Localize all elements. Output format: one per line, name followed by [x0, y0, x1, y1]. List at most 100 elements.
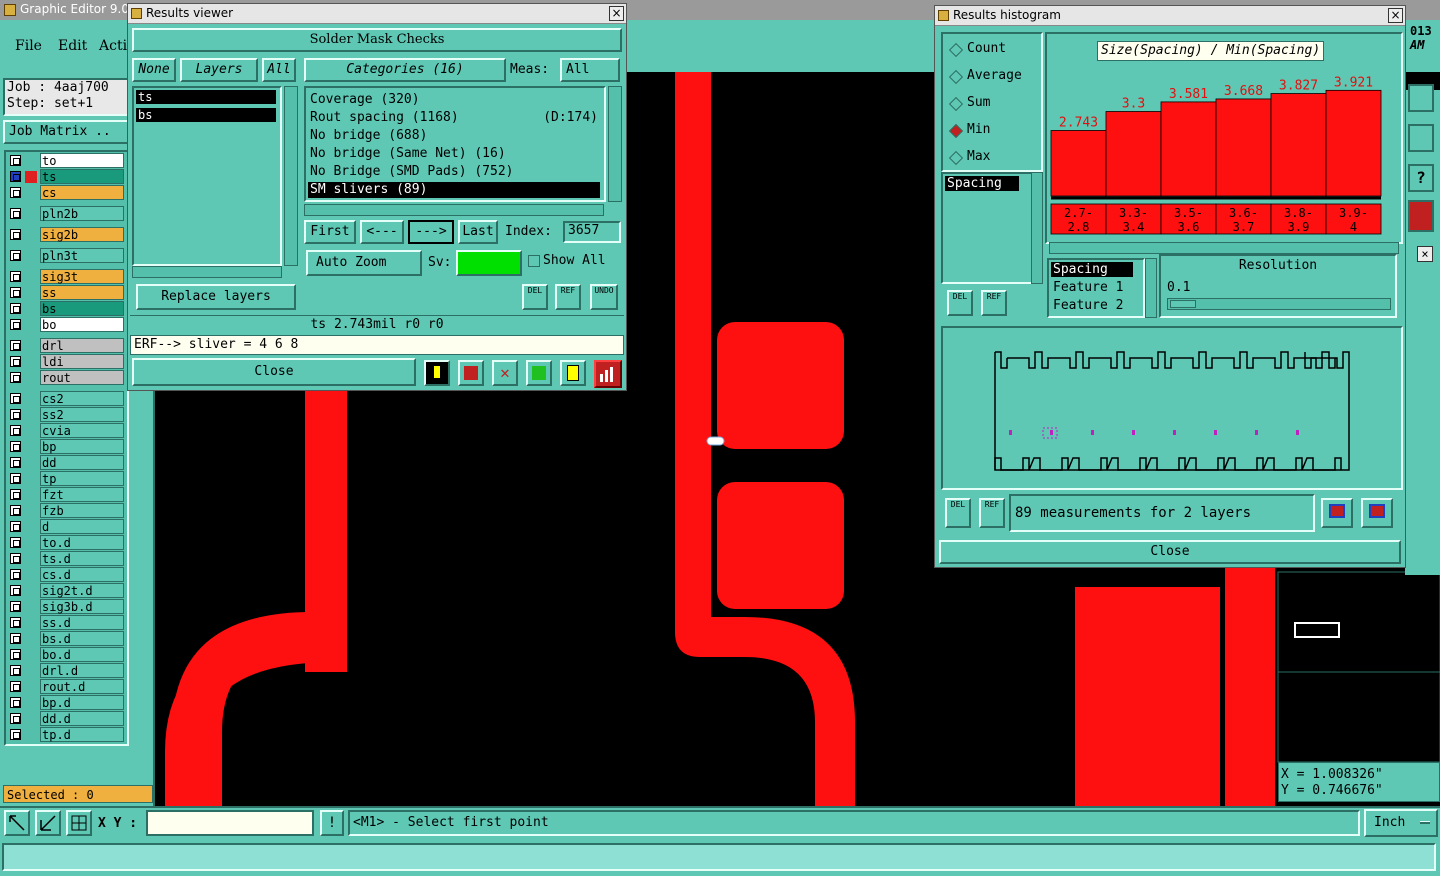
zoom-icon[interactable] [4, 810, 30, 836]
layer-checkbox[interactable] [10, 649, 21, 660]
layer-row-bs[interactable]: bs [10, 301, 124, 316]
auto-zoom-select[interactable]: Auto Zoom [306, 250, 422, 276]
zoom-in-icon[interactable] [1321, 498, 1353, 528]
filter-none-button[interactable]: None [132, 58, 176, 82]
resolution-slider[interactable] [1167, 298, 1391, 310]
layer-row-d[interactable]: d [10, 519, 124, 534]
radio-icon[interactable] [948, 150, 964, 166]
layer-row-ldi[interactable]: ldi [10, 354, 124, 369]
ref-cross-icon[interactable]: ✕ [492, 360, 518, 386]
layer-name[interactable]: ss [40, 285, 124, 300]
layer-checkbox[interactable] [10, 489, 21, 500]
layer-name[interactable]: ts.d [40, 551, 124, 566]
layer-checkbox[interactable] [10, 633, 21, 644]
layer-checkbox[interactable] [10, 271, 21, 282]
job-matrix-button[interactable]: Job Matrix .. [3, 120, 130, 144]
layer-row-tp[interactable]: tp [10, 471, 124, 486]
layer-name[interactable]: bs.d [40, 631, 124, 646]
xy-input[interactable] [146, 810, 314, 836]
category-item[interactable]: No Bridge (SMD Pads) (752) [308, 164, 600, 180]
right-edge-btn-4[interactable] [1408, 200, 1434, 232]
stat-option-average[interactable]: Average [943, 67, 1041, 87]
category-item[interactable]: No bridge (688) [308, 128, 600, 144]
close-icon[interactable]: × [1388, 8, 1403, 23]
field-item-feature1[interactable]: Feature 1 [1051, 280, 1123, 295]
layer-row-sig3t[interactable]: sig3t [10, 269, 124, 284]
measure-icon[interactable] [35, 810, 61, 836]
meas-select[interactable]: All [560, 58, 620, 82]
stat-option-count[interactable]: Count [943, 40, 1041, 60]
layer-checkbox[interactable] [10, 585, 21, 596]
layer-name[interactable]: sig2t.d [40, 583, 124, 598]
results-close-button[interactable]: Close [132, 358, 416, 386]
right-edge-close-icon[interactable]: × [1417, 246, 1433, 262]
sv-color-select[interactable] [456, 250, 522, 276]
layer-name[interactable]: ss.d [40, 615, 124, 630]
layer-name[interactable]: cs [40, 185, 124, 200]
measure-item-spacing[interactable]: Spacing [945, 176, 1019, 191]
replace-layers-select[interactable]: Replace layers [136, 284, 296, 310]
layer-checkbox[interactable] [10, 601, 21, 612]
layer-checkbox[interactable] [10, 537, 21, 548]
layer-name[interactable]: bs [40, 301, 124, 316]
layer-checkbox[interactable] [10, 441, 21, 452]
radio-icon[interactable] [948, 123, 964, 139]
layer-row-dd-d[interactable]: dd.d [10, 711, 124, 726]
field-item-feature2[interactable]: Feature 2 [1051, 298, 1123, 313]
layer-row-tp-d[interactable]: tp.d [10, 727, 124, 742]
info-icon[interactable]: ! [320, 810, 344, 836]
layer-name[interactable]: rout.d [40, 679, 124, 694]
show-all-checkbox[interactable] [528, 255, 540, 267]
layer-row-ss-d[interactable]: ss.d [10, 615, 124, 630]
layer-row-bo[interactable]: bo [10, 317, 124, 332]
preview-ref-icon[interactable]: REF [979, 498, 1005, 528]
layer-checkbox[interactable] [10, 393, 21, 404]
histogram-icon[interactable] [594, 360, 622, 388]
layer-checkbox[interactable] [10, 697, 21, 708]
layer-checkbox[interactable] [10, 425, 21, 436]
histogram-close-button[interactable]: Close [939, 540, 1401, 564]
mark-icon[interactable] [458, 360, 484, 386]
layer-name[interactable]: cvia [40, 423, 124, 438]
layer-row-pln2b[interactable]: pln2b [10, 206, 124, 221]
hist-del-icon[interactable]: DEL [947, 290, 973, 316]
layer-row-bp[interactable]: bp [10, 439, 124, 454]
layer-checkbox[interactable] [10, 287, 21, 298]
layer-name[interactable]: pln3t [40, 248, 124, 263]
radio-icon[interactable] [948, 69, 964, 85]
layer-name[interactable]: bp.d [40, 695, 124, 710]
layer-checkbox[interactable] [10, 521, 21, 532]
layer-name[interactable]: bp [40, 439, 124, 454]
layer-row-cvia[interactable]: cvia [10, 423, 124, 438]
layer-row-bo-d[interactable]: bo.d [10, 647, 124, 662]
category-item[interactable]: SM slivers (89) [308, 182, 600, 198]
layer-row-dd[interactable]: dd [10, 455, 124, 470]
layer-row-rout-d[interactable]: rout.d [10, 679, 124, 694]
filter-all-button[interactable]: All [262, 58, 296, 82]
layer-checkbox[interactable] [10, 569, 21, 580]
layer-row-fzt[interactable]: fzt [10, 487, 124, 502]
layer-name[interactable]: sig3b.d [40, 599, 124, 614]
layer-checkbox[interactable] [10, 340, 21, 351]
preview-del-icon[interactable]: DEL [945, 498, 971, 528]
layer-checkbox[interactable] [10, 303, 21, 314]
layer-checkbox[interactable] [10, 409, 21, 420]
layer-row-cs-d[interactable]: cs.d [10, 567, 124, 582]
menu-actions[interactable]: Acti [99, 38, 127, 54]
layer-checkbox[interactable] [10, 729, 21, 740]
sequence-icon[interactable] [526, 360, 552, 386]
layer-row-bp-d[interactable]: bp.d [10, 695, 124, 710]
radio-icon[interactable] [948, 96, 964, 112]
first-button[interactable]: First [304, 220, 356, 244]
chart-hscroll[interactable] [1049, 242, 1399, 254]
layer-checkbox[interactable] [10, 250, 21, 261]
index-input[interactable]: 3657 [563, 221, 621, 243]
close-icon[interactable]: × [609, 6, 624, 21]
layer-checkbox[interactable] [10, 208, 21, 219]
layer-name[interactable]: d [40, 519, 124, 534]
layer-checkbox[interactable] [10, 617, 21, 628]
layer-checkbox[interactable] [10, 372, 21, 383]
layer-row-drl[interactable]: drl [10, 338, 124, 353]
layer-checkbox[interactable] [10, 457, 21, 468]
layer-row-fzb[interactable]: fzb [10, 503, 124, 518]
